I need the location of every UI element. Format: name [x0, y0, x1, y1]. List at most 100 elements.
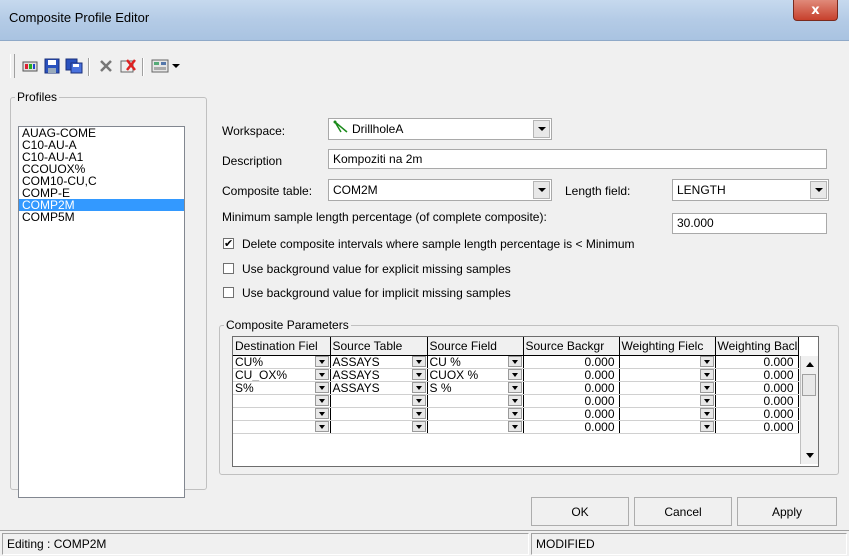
weighting-background-cell[interactable]: 0.000: [715, 394, 799, 408]
scroll-down-icon[interactable]: [802, 448, 817, 463]
source-field-cell[interactable]: [427, 394, 524, 408]
column-header[interactable]: Source Backgr: [523, 337, 620, 356]
destination-field-cell[interactable]: [233, 394, 331, 408]
chevron-down-icon[interactable]: [507, 369, 522, 380]
column-header[interactable]: Source Table: [330, 337, 428, 356]
chevron-down-icon[interactable]: [314, 369, 329, 380]
save-icon[interactable]: [42, 56, 62, 76]
composite-table-combo[interactable]: COM2M: [328, 179, 552, 201]
toolbar-grip[interactable]: [10, 54, 15, 78]
chevron-down-icon[interactable]: [411, 395, 426, 406]
weighting-background-cell[interactable]: 0.000: [715, 368, 799, 382]
source-table-cell[interactable]: [330, 420, 428, 434]
chevron-down-icon[interactable]: [507, 408, 522, 419]
chevron-down-icon[interactable]: [507, 421, 522, 432]
destination-field-cell[interactable]: CU%: [233, 355, 331, 369]
grid-vertical-scrollbar[interactable]: [800, 356, 818, 464]
chevron-down-icon[interactable]: [411, 369, 426, 380]
chevron-down-icon[interactable]: [170, 56, 182, 76]
source-table-cell[interactable]: ASSAYS: [330, 355, 428, 369]
min-percentage-field[interactable]: 30.000: [672, 213, 827, 234]
weighting-background-cell[interactable]: 0.000: [715, 420, 799, 434]
explicit-missing-checkbox[interactable]: [223, 263, 234, 274]
source-table-cell[interactable]: [330, 394, 428, 408]
chevron-down-icon[interactable]: [699, 395, 714, 406]
source-background-cell[interactable]: 0.000: [523, 420, 620, 434]
source-background-cell[interactable]: 0.000: [523, 394, 620, 408]
weighting-background-cell[interactable]: 0.000: [715, 407, 799, 421]
source-field-cell[interactable]: CU %: [427, 355, 524, 369]
delete-intervals-label: Delete composite intervals where sample …: [242, 237, 635, 251]
column-header[interactable]: Destination Fiel: [233, 337, 331, 356]
scroll-up-icon[interactable]: [802, 357, 817, 372]
weighting-background-cell[interactable]: 0.000: [715, 381, 799, 395]
source-table-cell[interactable]: [330, 407, 428, 421]
length-field-combo[interactable]: LENGTH: [672, 179, 829, 201]
chevron-down-icon[interactable]: [314, 382, 329, 393]
weighting-field-cell[interactable]: [619, 394, 716, 408]
chevron-down-icon[interactable]: [314, 395, 329, 406]
chevron-down-icon[interactable]: [699, 369, 714, 380]
chevron-down-icon[interactable]: [699, 408, 714, 419]
profiles-list[interactable]: AUAG-COME C10-AU-A C10-AU-A1 CCOUOX% COM…: [18, 126, 185, 498]
delete-profile-icon[interactable]: [118, 56, 138, 76]
source-table-cell[interactable]: ASSAYS: [330, 368, 428, 382]
workspace-combo[interactable]: DrillholeA: [328, 118, 552, 140]
apply-button[interactable]: Apply: [737, 497, 837, 526]
view-options-icon[interactable]: [150, 56, 170, 76]
destination-field-cell[interactable]: CU_OX%: [233, 368, 331, 382]
weighting-field-cell[interactable]: [619, 355, 716, 369]
source-field-cell[interactable]: [427, 420, 524, 434]
implicit-missing-checkbox[interactable]: [223, 287, 234, 298]
cancel-button[interactable]: Cancel: [634, 497, 732, 526]
destination-field-cell[interactable]: [233, 420, 331, 434]
destination-field-cell[interactable]: [233, 407, 331, 421]
list-item[interactable]: COMP5M: [19, 211, 184, 223]
source-field-cell[interactable]: S %: [427, 381, 524, 395]
delete-icon[interactable]: [96, 56, 116, 76]
destination-field-cell[interactable]: S%: [233, 381, 331, 395]
source-background-cell[interactable]: 0.000: [523, 368, 620, 382]
table-row: 0.000 0.000: [233, 394, 799, 408]
composite-parameters-grid[interactable]: Destination Fiel Source Table Source Fie…: [232, 336, 819, 467]
chevron-down-icon[interactable]: [810, 181, 827, 199]
chevron-down-icon[interactable]: [411, 421, 426, 432]
toolbar-separator: [142, 58, 144, 76]
source-background-cell[interactable]: 0.000: [523, 355, 620, 369]
chevron-down-icon[interactable]: [533, 120, 550, 138]
weighting-field-cell[interactable]: [619, 420, 716, 434]
scroll-thumb[interactable]: [802, 374, 816, 396]
close-button[interactable]: x: [793, 0, 838, 21]
source-background-cell[interactable]: 0.000: [523, 381, 620, 395]
source-table-cell[interactable]: ASSAYS: [330, 381, 428, 395]
chevron-down-icon[interactable]: [507, 395, 522, 406]
weighting-field-cell[interactable]: [619, 407, 716, 421]
open-icon[interactable]: [20, 56, 40, 76]
save-as-icon[interactable]: [64, 56, 84, 76]
source-field-cell[interactable]: CUOX %: [427, 368, 524, 382]
weighting-field-cell[interactable]: [619, 368, 716, 382]
chevron-down-icon[interactable]: [314, 408, 329, 419]
chevron-down-icon[interactable]: [533, 181, 550, 199]
chevron-down-icon[interactable]: [507, 382, 522, 393]
chevron-down-icon[interactable]: [314, 356, 329, 367]
description-field[interactable]: Kompoziti na 2m: [328, 149, 827, 169]
chevron-down-icon[interactable]: [699, 356, 714, 367]
column-header[interactable]: Weighting Bacl: [715, 337, 799, 356]
weighting-background-cell[interactable]: 0.000: [715, 355, 799, 369]
chevron-down-icon[interactable]: [411, 356, 426, 367]
chevron-down-icon[interactable]: [507, 356, 522, 367]
column-header[interactable]: Weighting Fielc: [619, 337, 716, 356]
chevron-down-icon[interactable]: [699, 421, 714, 432]
chevron-down-icon[interactable]: [411, 382, 426, 393]
title-bar[interactable]: Composite Profile Editor x: [0, 0, 849, 41]
source-field-cell[interactable]: [427, 407, 524, 421]
chevron-down-icon[interactable]: [314, 421, 329, 432]
weighting-field-cell[interactable]: [619, 381, 716, 395]
delete-intervals-checkbox[interactable]: ✔: [223, 238, 234, 249]
ok-button[interactable]: OK: [531, 497, 629, 526]
chevron-down-icon[interactable]: [699, 382, 714, 393]
column-header[interactable]: Source Field: [427, 337, 524, 356]
source-background-cell[interactable]: 0.000: [523, 407, 620, 421]
chevron-down-icon[interactable]: [411, 408, 426, 419]
